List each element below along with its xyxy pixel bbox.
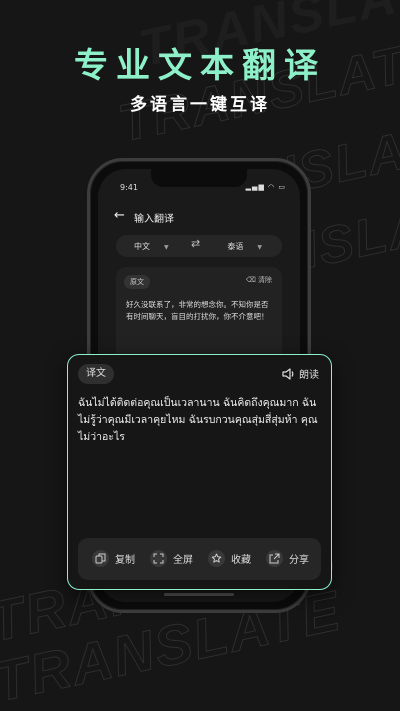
read-aloud-button[interactable]: 朗读 (281, 366, 319, 381)
signal-wifi-battery-icon: ▂▄▆ ◠ ▭ (245, 183, 286, 191)
favorite-label: 收藏 (231, 555, 251, 566)
back-arrow-icon[interactable]: ← (114, 207, 125, 225)
status-time: 9:41 (120, 183, 138, 192)
swap-languages-icon[interactable]: ⇄ (191, 237, 200, 250)
source-language-label: 中文 (134, 242, 150, 251)
chevron-down-icon: ▼ (164, 244, 169, 251)
target-language-label: 泰语 (227, 242, 244, 251)
target-language-select[interactable]: 泰语 ▼ (227, 241, 262, 252)
clear-label: 清除 (258, 276, 272, 284)
language-selector-bar: 中文 ▼ ⇄ 泰语 ▼ (116, 235, 282, 257)
source-tag: 原文 (124, 275, 150, 289)
promo-headline: 专业文本翻译 (74, 46, 326, 86)
result-text: ฉันไม่ได้ติดต่อคุณเป็นเวลานาน ฉันคิดถึงค… (78, 397, 318, 443)
action-bar: 复制 全屏 收藏 分享 (78, 538, 321, 580)
share-icon (266, 550, 283, 567)
fullscreen-button[interactable]: 全屏 (150, 550, 193, 568)
home-indicator (164, 593, 234, 596)
share-button[interactable]: 分享 (266, 550, 309, 568)
status-bar: 9:41 ▂▄▆ ◠ ▭ (116, 183, 286, 195)
star-icon (208, 550, 225, 567)
app-header: ← 输入翻译 (110, 207, 288, 227)
fullscreen-icon (150, 550, 167, 567)
chevron-down-icon: ▼ (257, 244, 262, 251)
share-label: 分享 (289, 555, 309, 566)
promo-subheadline: 多语言一键互译 (130, 95, 270, 115)
speaker-icon (282, 368, 294, 380)
copy-button[interactable]: 复制 (92, 550, 135, 568)
translation-result-card: 译文 朗读 ฉันไม่ได้ติดต่อคุณเป็นเวลานาน ฉันค… (67, 354, 332, 590)
copy-icon (92, 550, 109, 567)
source-language-select[interactable]: 中文 ▼ (134, 241, 169, 252)
favorite-button[interactable]: 收藏 (208, 550, 251, 568)
page-title: 输入翻译 (134, 214, 174, 225)
copy-label: 复制 (115, 555, 135, 566)
source-text: 好久没联系了，非常的想念你。不知你是否有时间聊天，盲目的打扰你，你不介意吧！ (126, 300, 269, 321)
clear-button[interactable]: ⌫ 清除 (246, 275, 272, 285)
fullscreen-label: 全屏 (173, 555, 193, 566)
read-aloud-label: 朗读 (299, 370, 319, 381)
eraser-icon: ⌫ (245, 276, 256, 284)
result-tag: 译文 (78, 364, 114, 384)
